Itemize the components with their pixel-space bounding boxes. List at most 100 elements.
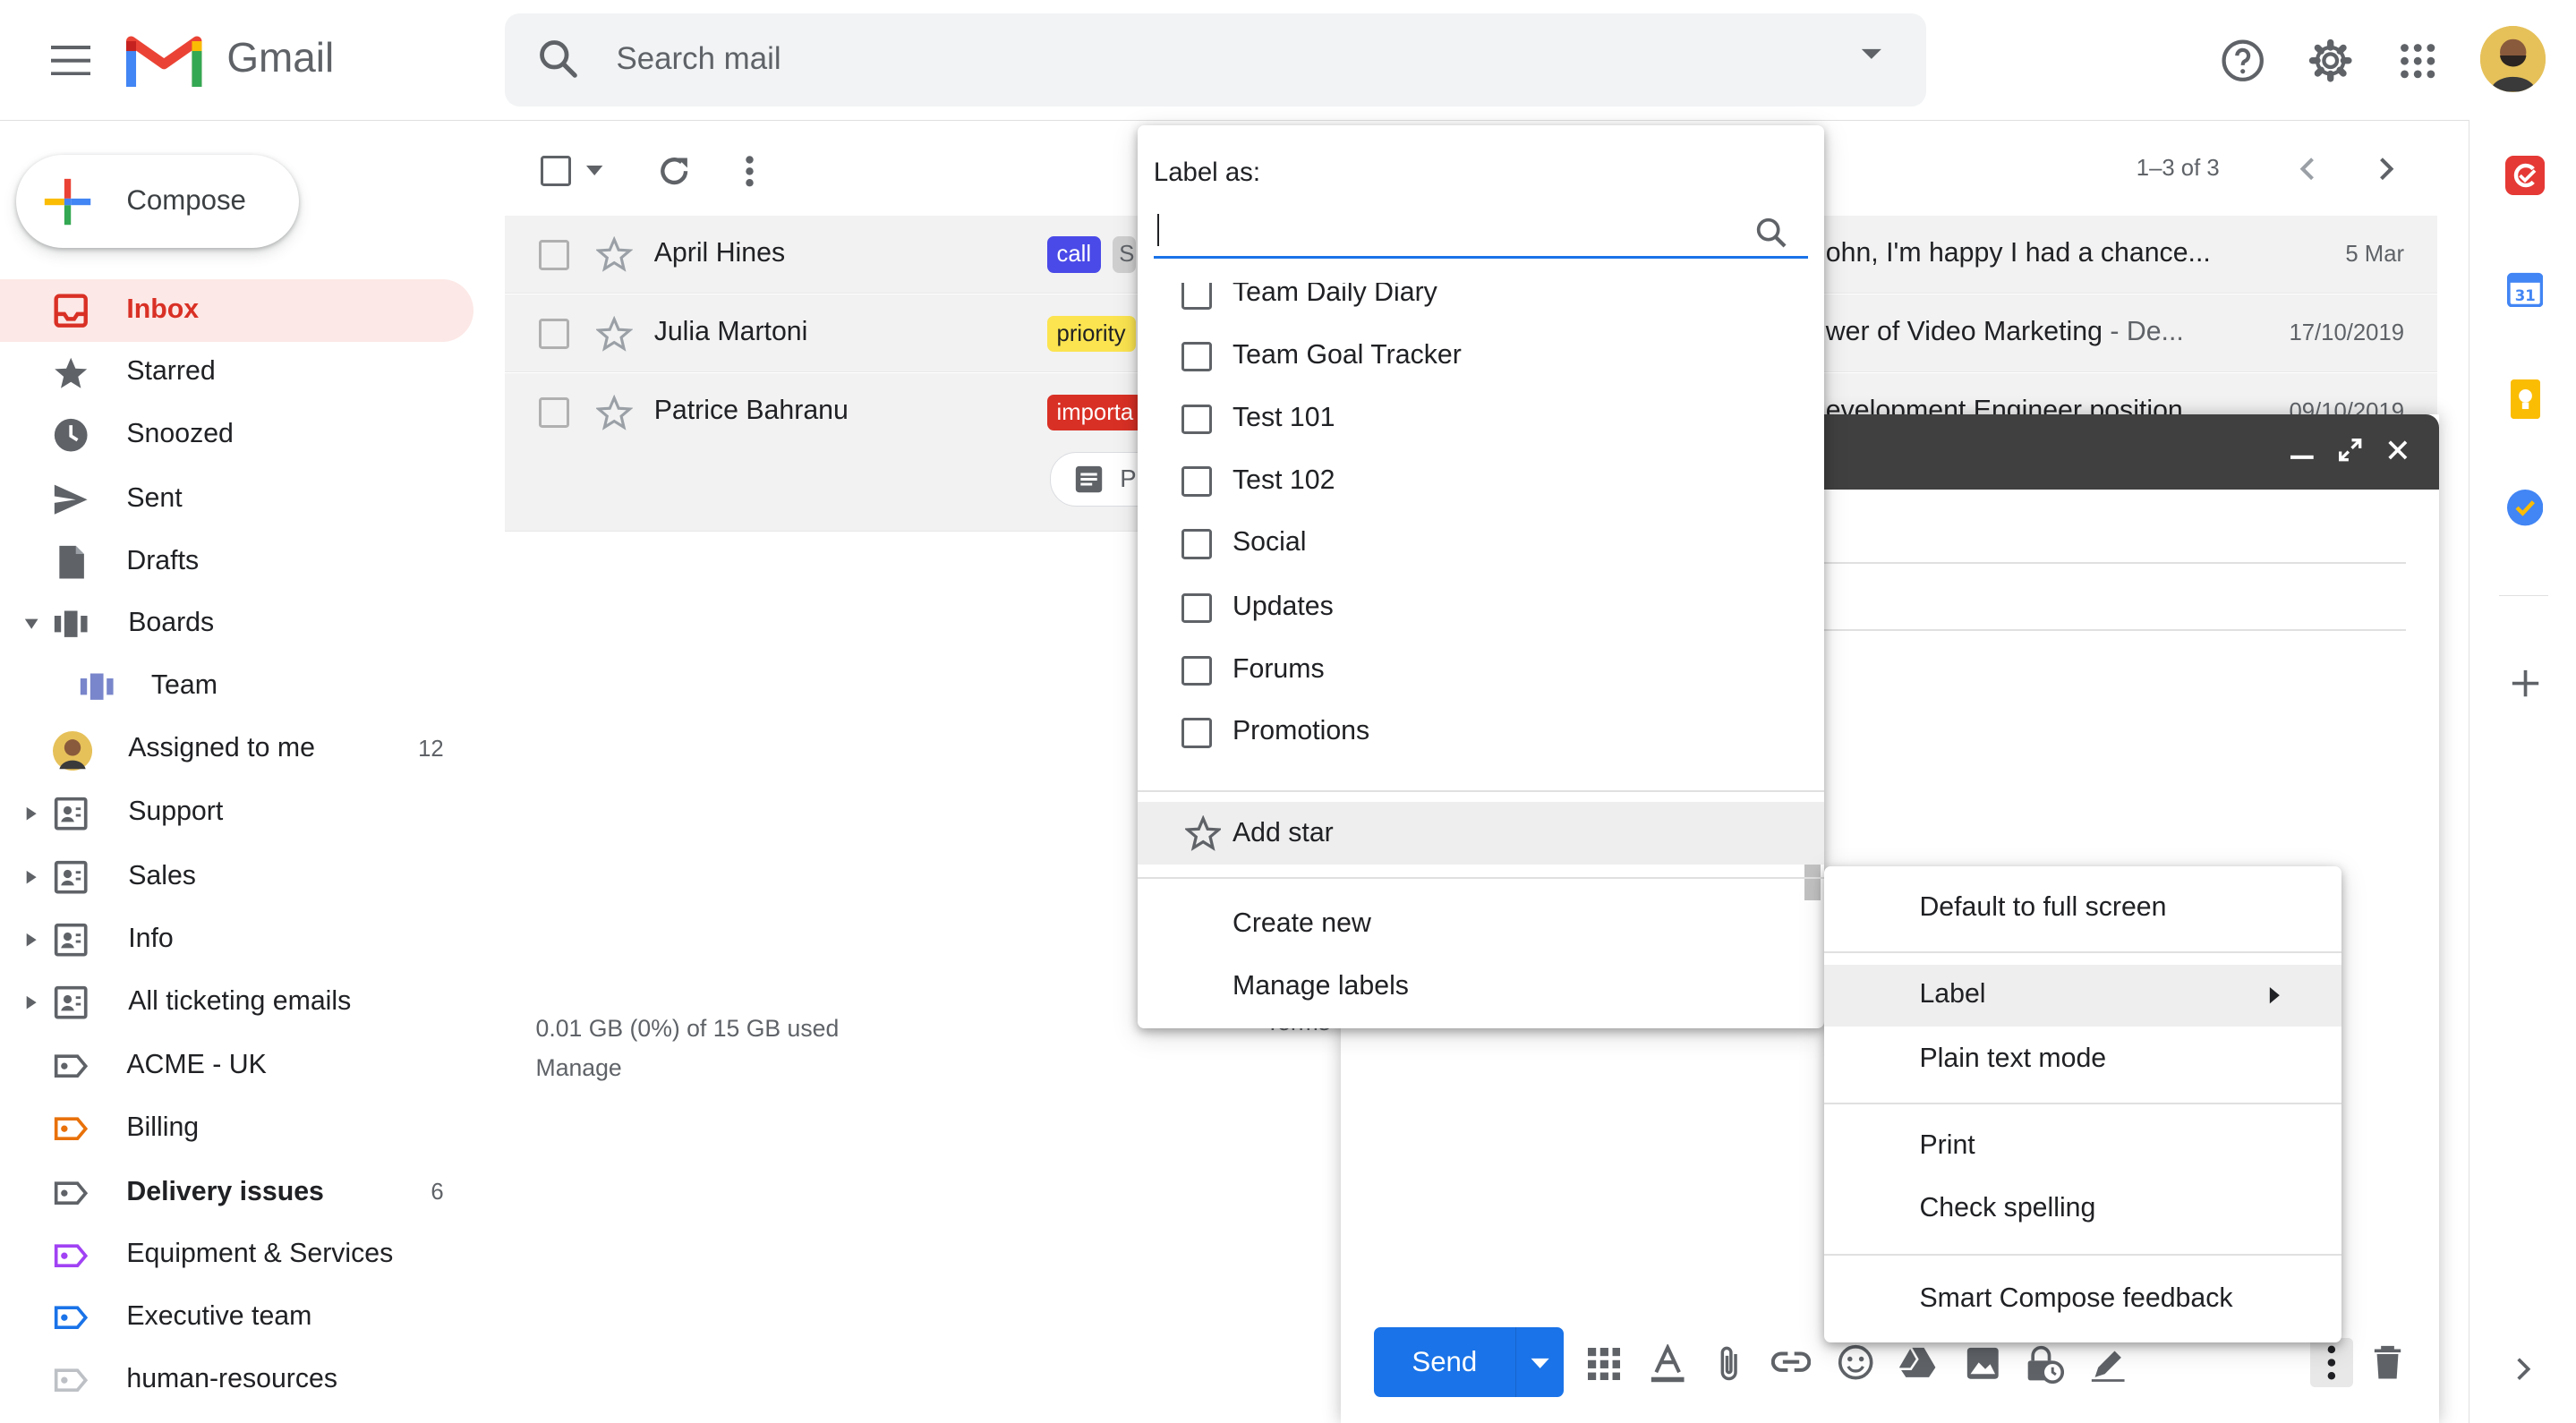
- sidebar-item-support[interactable]: Support: [0, 782, 473, 845]
- row-checkbox[interactable]: [539, 397, 569, 428]
- label-checkbox[interactable]: [1181, 282, 1212, 310]
- label-chip[interactable]: S: [1112, 236, 1136, 273]
- label-option[interactable]: Promotions: [1138, 702, 1824, 764]
- discard-trash-icon[interactable]: [2373, 1344, 2402, 1380]
- insert-photo-icon[interactable]: [1966, 1346, 2000, 1381]
- label-option[interactable]: Team Goal Tracker: [1138, 326, 1824, 388]
- text-format-icon[interactable]: [1650, 1343, 1685, 1384]
- add-addon-plus-icon[interactable]: [2511, 669, 2540, 698]
- send-button[interactable]: Send: [1373, 1327, 1515, 1397]
- gmail-logo-icon[interactable]: [126, 31, 202, 88]
- collapse-arrow-icon[interactable]: [23, 616, 39, 632]
- addon-app-icon[interactable]: [2505, 156, 2546, 196]
- sidebar-item-executive-team[interactable]: Executive team: [0, 1287, 473, 1350]
- formatting-grid-icon[interactable]: [1587, 1347, 1621, 1381]
- send-options-icon[interactable]: [1514, 1327, 1565, 1397]
- manage-labels-item[interactable]: Manage labels: [1233, 971, 1409, 1001]
- search-icon[interactable]: [1755, 217, 1788, 250]
- close-icon[interactable]: [2386, 439, 2410, 462]
- menu-item-label-submenu[interactable]: Label: [1823, 964, 2342, 1027]
- sidebar-item-human-resources[interactable]: human-resources: [0, 1349, 473, 1411]
- google-drive-icon[interactable]: [1899, 1346, 1936, 1379]
- star-outline-icon[interactable]: [596, 236, 633, 273]
- create-new-label-item[interactable]: Create new: [1233, 908, 1371, 939]
- settings-gear-icon[interactable]: [2299, 30, 2362, 92]
- label-checkbox[interactable]: [1181, 529, 1212, 559]
- label-chip-call[interactable]: call: [1046, 236, 1102, 273]
- expand-arrow-icon[interactable]: [23, 869, 39, 885]
- expand-panel-icon[interactable]: [2515, 1356, 2531, 1382]
- sidebar-item-snoozed[interactable]: Snoozed: [0, 405, 473, 467]
- account-avatar[interactable]: [2479, 26, 2546, 92]
- emoji-icon[interactable]: [1838, 1344, 1873, 1380]
- sidebar-item-drafts[interactable]: Drafts: [0, 531, 473, 593]
- more-options-button[interactable]: [2310, 1337, 2354, 1387]
- row-checkbox[interactable]: [539, 240, 569, 270]
- label-option[interactable]: Team Daily Diary: [1138, 282, 1824, 326]
- label-checkbox[interactable]: [1181, 718, 1212, 748]
- menu-item-smart-compose-feedback[interactable]: Smart Compose feedback: [1824, 1268, 2341, 1331]
- sidebar-item-all-ticketing-emails[interactable]: All ticketing emails: [0, 971, 473, 1034]
- expand-arrow-icon[interactable]: [23, 805, 39, 822]
- main-menu-icon[interactable]: [39, 30, 102, 92]
- search-input[interactable]: Search mail: [616, 41, 780, 77]
- fullscreen-icon[interactable]: [2337, 437, 2363, 463]
- sidebar-item-starred[interactable]: Starred: [0, 342, 473, 405]
- label-chip-important[interactable]: importa: [1046, 394, 1144, 431]
- compose-button[interactable]: Compose: [16, 154, 300, 249]
- label-chip-priority[interactable]: priority: [1046, 315, 1136, 352]
- menu-item-print[interactable]: Print: [1824, 1116, 2341, 1179]
- star-outline-icon[interactable]: [596, 315, 633, 352]
- label-checkbox[interactable]: [1181, 466, 1212, 497]
- calendar-icon[interactable]: 31: [2506, 271, 2544, 308]
- sidebar-item-billing[interactable]: Billing: [0, 1097, 473, 1160]
- label-search-input[interactable]: [1153, 207, 1808, 260]
- minimize-icon[interactable]: [2290, 454, 2315, 460]
- sidebar-item-boards[interactable]: Boards: [0, 593, 473, 656]
- next-page-icon[interactable]: [2376, 156, 2396, 182]
- add-star-item[interactable]: Add star: [1137, 801, 1824, 865]
- apps-grid-icon[interactable]: [2386, 30, 2449, 92]
- sidebar-item-sales[interactable]: Sales: [0, 847, 473, 909]
- menu-item-default-full-screen[interactable]: Default to full screen: [1824, 877, 2341, 940]
- sidebar-item-equipment-services[interactable]: Equipment & Services: [0, 1224, 473, 1287]
- label-option[interactable]: Forums: [1138, 639, 1824, 702]
- prev-page-icon[interactable]: [2298, 156, 2317, 182]
- menu-item-plain-text-mode[interactable]: Plain text mode: [1824, 1028, 2341, 1091]
- label-checkbox[interactable]: [1181, 341, 1212, 372]
- insert-link-icon[interactable]: [1771, 1349, 1812, 1375]
- label-option[interactable]: Updates: [1138, 576, 1824, 639]
- expand-arrow-icon[interactable]: [23, 994, 39, 1010]
- menu-item-check-spelling[interactable]: Check spelling: [1824, 1178, 2341, 1240]
- confidential-mode-icon[interactable]: [2025, 1344, 2064, 1384]
- expand-arrow-icon[interactable]: [23, 932, 39, 948]
- select-dropdown-icon[interactable]: [586, 166, 603, 176]
- sidebar-item-sent[interactable]: Sent: [0, 468, 473, 531]
- tasks-icon[interactable]: [2506, 490, 2544, 526]
- label-checkbox[interactable]: [1181, 592, 1212, 624]
- label-option[interactable]: Social: [1138, 513, 1824, 575]
- search-icon[interactable]: [537, 38, 580, 81]
- storage-manage-link[interactable]: Manage: [536, 1048, 840, 1087]
- search-bar[interactable]: Search mail: [504, 13, 1926, 107]
- sidebar-item-delivery-issues[interactable]: Delivery issues 6: [0, 1162, 473, 1224]
- sidebar-item-acme-uk[interactable]: ACME - UK: [0, 1035, 473, 1098]
- more-vert-icon[interactable]: [745, 155, 755, 188]
- label-option[interactable]: Test 101: [1138, 388, 1824, 450]
- help-icon[interactable]: [2212, 30, 2274, 92]
- row-checkbox[interactable]: [539, 319, 569, 349]
- signature-pen-icon[interactable]: [2090, 1346, 2126, 1382]
- sidebar-item-assigned-to-me[interactable]: Assigned to me 12: [0, 718, 473, 780]
- label-checkbox[interactable]: [1181, 404, 1212, 435]
- star-outline-icon[interactable]: [596, 394, 633, 430]
- keep-notes-icon[interactable]: [2510, 379, 2540, 420]
- sidebar-item-inbox[interactable]: Inbox: [0, 279, 473, 342]
- refresh-icon[interactable]: [656, 153, 692, 189]
- select-all-checkbox[interactable]: [541, 156, 571, 186]
- label-checkbox[interactable]: [1181, 655, 1212, 686]
- attach-file-icon[interactable]: [1716, 1344, 1742, 1384]
- sidebar-item-team[interactable]: Team: [0, 656, 473, 719]
- label-option[interactable]: Test 102: [1138, 450, 1824, 513]
- search-options-icon[interactable]: [1860, 47, 1883, 61]
- sidebar-item-info[interactable]: Info: [0, 908, 473, 971]
